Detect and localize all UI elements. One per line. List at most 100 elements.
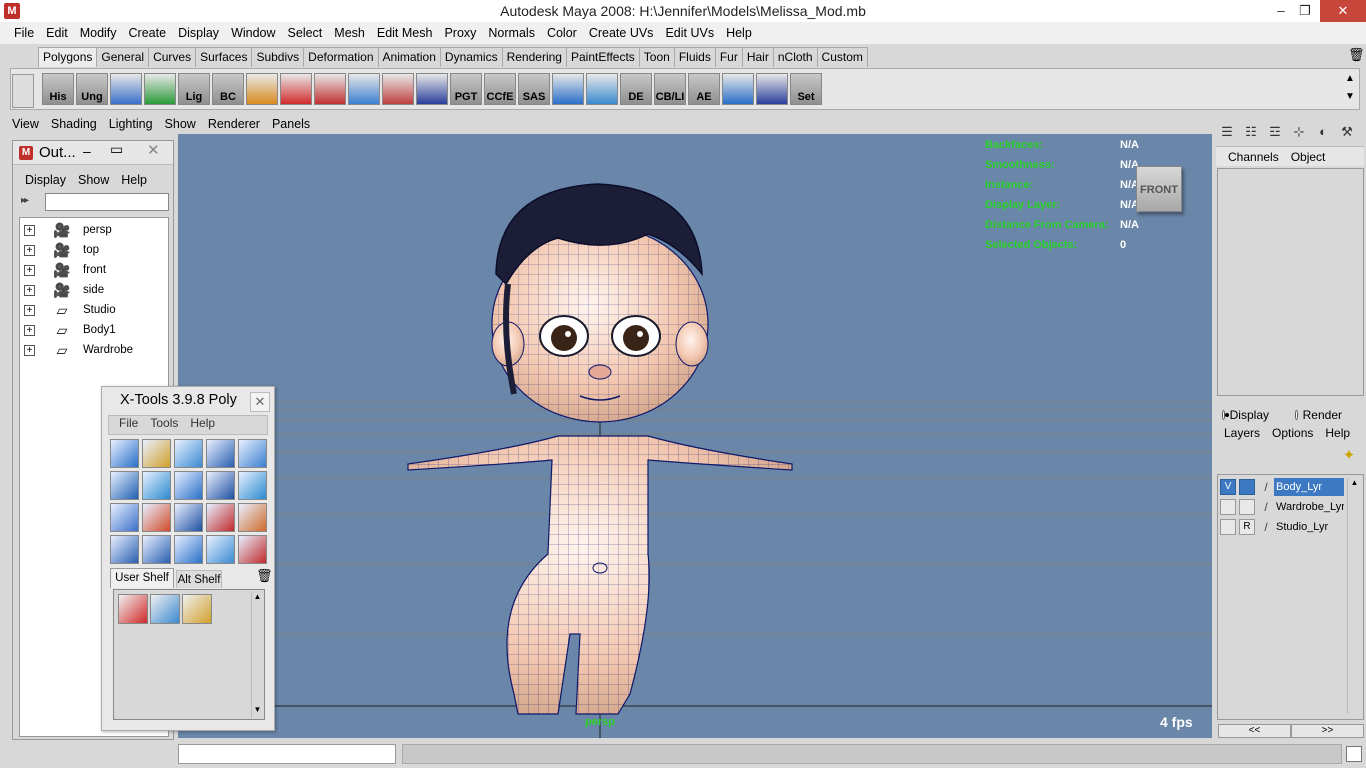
outliner-item-top[interactable]: + 🎥 top: [20, 240, 168, 260]
menu-create[interactable]: Create: [123, 26, 173, 40]
layer-visibility-toggle[interactable]: [1220, 519, 1236, 535]
layout-icon-0[interactable]: ☰: [1218, 123, 1236, 141]
xtools-shelf-scrollbar[interactable]: ▲ ▼: [251, 592, 263, 718]
expand-icon[interactable]: +: [24, 264, 35, 276]
trash-icon[interactable]: 🗑: [256, 568, 273, 584]
outliner-menu-show[interactable]: Show: [72, 173, 115, 191]
xtools-tool-4[interactable]: [238, 439, 267, 468]
xtools-tool-14[interactable]: [238, 503, 267, 532]
shelf-tool-20[interactable]: [722, 73, 754, 105]
maximize-button[interactable]: ❐: [1290, 0, 1320, 22]
trash-icon[interactable]: 🗑: [1348, 47, 1365, 63]
menu-color[interactable]: Color: [541, 26, 583, 40]
shelf-tool-7[interactable]: [280, 73, 312, 105]
layer-visibility-toggle[interactable]: V: [1220, 479, 1236, 495]
close-button[interactable]: ✕: [1320, 0, 1366, 22]
xtools-tool-1[interactable]: [142, 439, 171, 468]
tab-custom[interactable]: Custom: [816, 47, 868, 67]
channel-menu-object[interactable]: Object: [1285, 150, 1332, 164]
layer-color-icon[interactable]: /: [1258, 499, 1274, 515]
xtools-tool-6[interactable]: [142, 471, 171, 500]
tab-surfaces[interactable]: Surfaces: [195, 47, 253, 67]
xtools-tool-2[interactable]: [174, 439, 203, 468]
tab-animation[interactable]: Animation: [377, 47, 441, 67]
filter-icon[interactable]: ▸▸: [21, 195, 41, 211]
xtools-tool-19[interactable]: [238, 535, 267, 564]
shelf-tool-5[interactable]: BC: [212, 73, 244, 105]
xtools-close-button[interactable]: ✕: [250, 392, 270, 412]
shelf-tool-16[interactable]: [586, 73, 618, 105]
shelf-tool-18[interactable]: CB/LI: [654, 73, 686, 105]
menu-edit[interactable]: Edit: [40, 26, 74, 40]
tab-deformation[interactable]: Deformation: [303, 47, 379, 67]
cone-icon[interactable]: [150, 594, 180, 624]
xtools-tool-9[interactable]: [238, 471, 267, 500]
tab-polygons[interactable]: Polygons: [38, 47, 98, 67]
outliner-item-wardrobe[interactable]: + ▱ Wardrobe: [20, 340, 168, 360]
tab-fluids[interactable]: Fluids: [673, 47, 716, 67]
tab-fur[interactable]: Fur: [714, 47, 743, 67]
xtools-tool-11[interactable]: [142, 503, 171, 532]
layout-icon-5[interactable]: ⚒: [1338, 123, 1356, 141]
layout-icon-3[interactable]: ⊹: [1290, 123, 1308, 141]
menu-select[interactable]: Select: [282, 26, 329, 40]
tab-curves[interactable]: Curves: [148, 47, 197, 67]
xtools-menu-tools[interactable]: Tools: [144, 416, 184, 434]
panel-menu-show[interactable]: Show: [159, 117, 202, 131]
expand-icon[interactable]: +: [24, 284, 35, 296]
shelf-scroll[interactable]: ▲ ▼: [1342, 70, 1358, 108]
expand-icon[interactable]: +: [24, 344, 35, 356]
shelf-tool-9[interactable]: [348, 73, 380, 105]
outliner-item-persp[interactable]: + 🎥 persp: [20, 220, 168, 240]
outliner-item-body1[interactable]: + ▱ Body1: [20, 320, 168, 340]
layer-visibility-toggle[interactable]: [1220, 499, 1236, 515]
layer-playback-toggle[interactable]: [1239, 479, 1255, 495]
tab-rendering[interactable]: Rendering: [501, 47, 567, 67]
command-line-input[interactable]: [178, 744, 396, 764]
view-cube[interactable]: FRONT: [1136, 166, 1182, 212]
layer-row[interactable]: / Wardrobe_Lyr: [1220, 498, 1344, 516]
layer-color-icon[interactable]: /: [1258, 479, 1274, 495]
layer-row[interactable]: V / Body_Lyr: [1220, 478, 1344, 496]
panel-menu-shading[interactable]: Shading: [45, 117, 103, 131]
shelf-tool-22[interactable]: Set: [790, 73, 822, 105]
tab-hair[interactable]: Hair: [741, 47, 774, 67]
layer-next-button[interactable]: >>: [1291, 724, 1364, 738]
shelf-tool-19[interactable]: AE: [688, 73, 720, 105]
shelf-tool-17[interactable]: DE: [620, 73, 652, 105]
menu-modify[interactable]: Modify: [74, 26, 123, 40]
xtools-tool-18[interactable]: [206, 535, 235, 564]
shelf-tool-11[interactable]: [416, 73, 448, 105]
menu-create-uvs[interactable]: Create UVs: [583, 26, 660, 40]
panel-menu-panels[interactable]: Panels: [266, 117, 316, 131]
tab-ncloth[interactable]: nCloth: [772, 47, 818, 67]
layer-playback-toggle[interactable]: R: [1239, 519, 1255, 535]
menu-edit-uvs[interactable]: Edit UVs: [659, 26, 720, 40]
outliner-menu-display[interactable]: Display: [19, 173, 72, 191]
outliner-item-studio[interactable]: + ▱ Studio: [20, 300, 168, 320]
outliner-maximize-button[interactable]: ▭: [110, 141, 123, 158]
scroll-down-icon[interactable]: ▼: [252, 705, 263, 714]
script-editor-icon[interactable]: [1346, 746, 1362, 762]
shelf-tool-1[interactable]: Ung: [76, 73, 108, 105]
xtools-tool-0[interactable]: [110, 439, 139, 468]
shelf-tool-6[interactable]: [246, 73, 278, 105]
outliner-item-front[interactable]: + 🎥 front: [20, 260, 168, 280]
outliner-minimize-button[interactable]: –: [83, 143, 91, 159]
menu-file[interactable]: File: [8, 26, 40, 40]
xtools-menu-file[interactable]: File: [113, 416, 144, 434]
outliner-titlebar[interactable]: M Out... – ▭ ✕: [13, 141, 173, 165]
uv-icon[interactable]: [182, 594, 212, 624]
shelf-tool-15[interactable]: [552, 73, 584, 105]
xtools-tool-8[interactable]: [206, 471, 235, 500]
expand-icon[interactable]: +: [24, 224, 35, 236]
outliner-close-button[interactable]: ✕: [147, 141, 160, 159]
xtools-tool-15[interactable]: [110, 535, 139, 564]
layer-menu-options[interactable]: Options: [1266, 426, 1319, 444]
layout-icon-2[interactable]: ☲: [1266, 123, 1284, 141]
xtools-tool-10[interactable]: [110, 503, 139, 532]
menu-normals[interactable]: Normals: [482, 26, 541, 40]
layer-color-icon[interactable]: /: [1258, 519, 1274, 535]
layout-icon-4[interactable]: ◐: [1314, 123, 1332, 141]
menu-edit-mesh[interactable]: Edit Mesh: [371, 26, 439, 40]
